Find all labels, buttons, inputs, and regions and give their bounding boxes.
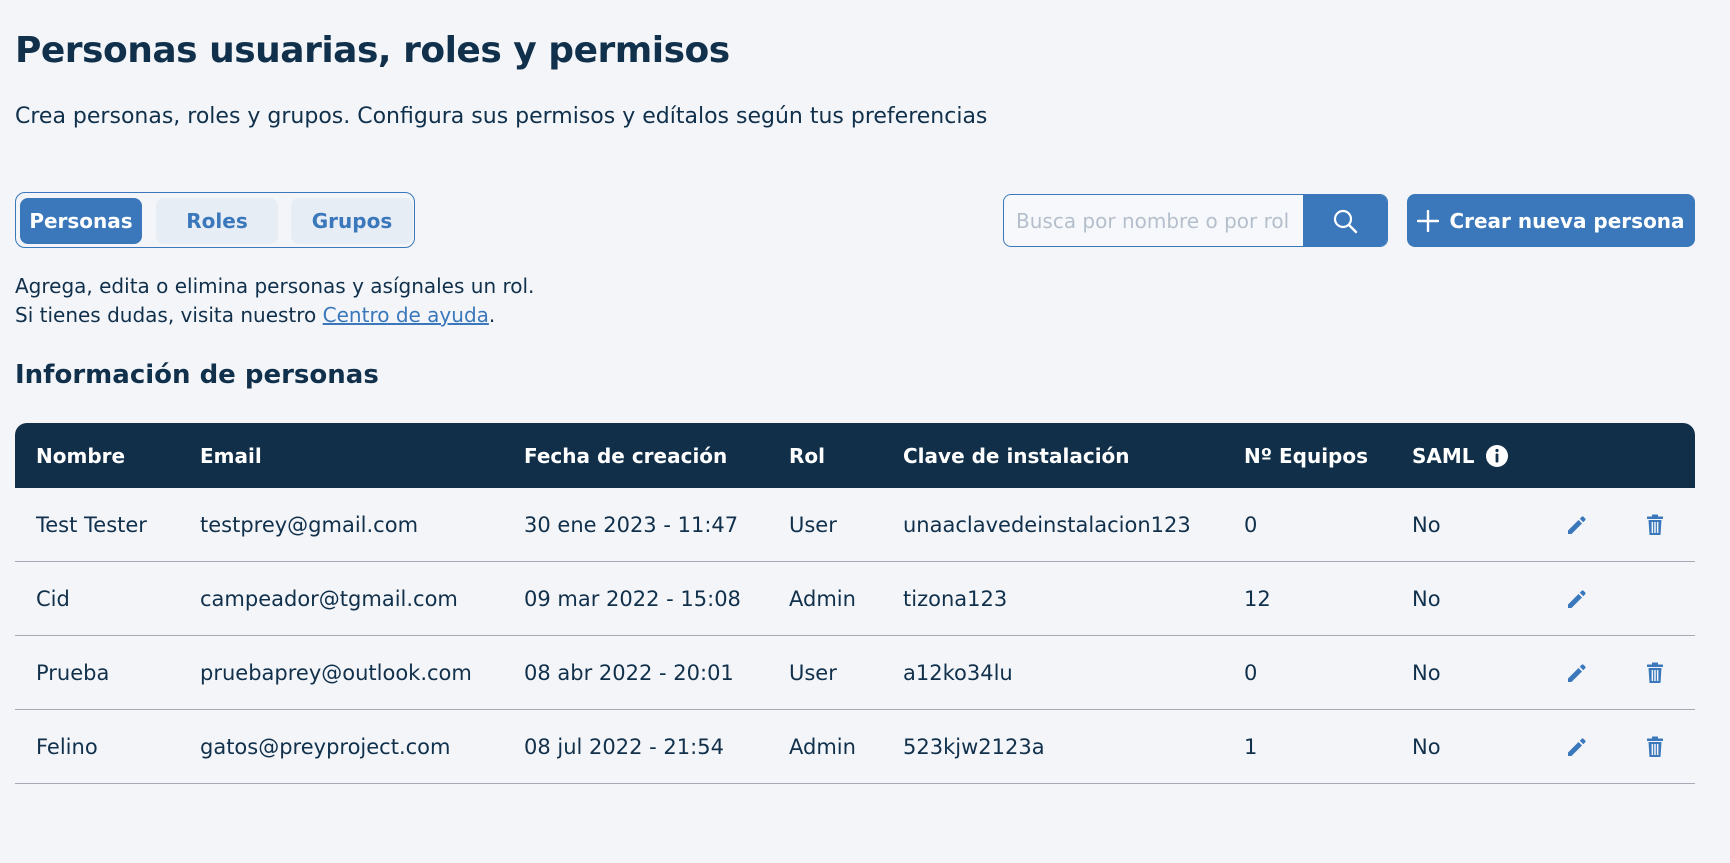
- cell-saml: No: [1412, 586, 1441, 611]
- cell-date: 30 ene 2023 - 11:47: [524, 512, 739, 537]
- edit-button[interactable]: [1566, 710, 1588, 783]
- col-header-name: Nombre: [36, 443, 126, 468]
- cell-email: pruebaprey@outlook.com: [200, 660, 472, 685]
- search-box: [1003, 194, 1388, 247]
- cell-email: gatos@preyproject.com: [200, 734, 451, 759]
- pencil-icon: [1568, 515, 1586, 534]
- cell-role: User: [789, 512, 837, 537]
- edit-button[interactable]: [1566, 488, 1588, 561]
- search-button[interactable]: [1303, 195, 1387, 246]
- section-title: Información de personas: [15, 360, 379, 390]
- users-table: Nombre Email Fecha de creación Rol Clave…: [15, 423, 1695, 784]
- cell-device-count: 1: [1244, 734, 1258, 759]
- col-header-email: Email: [200, 443, 262, 468]
- cell-device-count: 0: [1244, 512, 1258, 537]
- create-person-button[interactable]: Crear nueva persona: [1407, 194, 1695, 247]
- cell-date: 08 jul 2022 - 21:54: [524, 734, 724, 759]
- edit-button[interactable]: [1566, 636, 1588, 709]
- pencil-icon: [1568, 737, 1586, 756]
- cell-name: Cid: [36, 586, 70, 611]
- cell-email: campeador@tgmail.com: [200, 586, 458, 611]
- help-center-link[interactable]: Centro de ayuda: [323, 303, 489, 327]
- cell-name: Test Tester: [36, 512, 147, 537]
- cell-name: Prueba: [36, 660, 110, 685]
- cell-role: Admin: [789, 586, 856, 611]
- pencil-icon: [1568, 589, 1586, 608]
- cell-device-count: 12: [1244, 586, 1271, 611]
- col-header-install-key: Clave de instalación: [903, 443, 1130, 468]
- cell-install-key: unaaclavedeinstalacion123: [903, 512, 1191, 537]
- create-person-label: Crear nueva persona: [1449, 208, 1685, 233]
- delete-button[interactable]: [1645, 636, 1665, 709]
- cell-role: User: [789, 660, 837, 685]
- table-row: Cid campeador@tgmail.com 09 mar 2022 - 1…: [15, 562, 1695, 636]
- delete-button[interactable]: [1645, 488, 1665, 561]
- trash-icon: [1647, 662, 1663, 683]
- trash-icon: [1647, 736, 1663, 757]
- tab-roles[interactable]: Roles: [156, 198, 278, 244]
- tab-personas[interactable]: Personas: [20, 198, 142, 244]
- cell-saml: No: [1412, 660, 1441, 685]
- col-header-date: Fecha de creación: [524, 443, 728, 468]
- delete-button[interactable]: [1645, 710, 1665, 783]
- description-suffix: .: [488, 303, 496, 327]
- tab-grupos[interactable]: Grupos: [291, 198, 413, 244]
- info-icon[interactable]: [1485, 444, 1509, 468]
- cell-date: 09 mar 2022 - 15:08: [524, 586, 741, 611]
- cell-saml: No: [1412, 734, 1441, 759]
- table-row: Felino gatos@preyproject.com 08 jul 2022…: [15, 710, 1695, 784]
- search-input[interactable]: [1004, 195, 1304, 246]
- tab-bar: Personas Roles Grupos: [15, 192, 415, 248]
- cell-saml: No: [1412, 512, 1441, 537]
- col-header-role: Rol: [789, 443, 825, 468]
- pencil-icon: [1568, 663, 1586, 682]
- col-header-device-count: Nº Equipos: [1244, 443, 1369, 468]
- table-row: Prueba pruebaprey@outlook.com 08 abr 202…: [15, 636, 1695, 710]
- cell-install-key: tizona123: [903, 586, 1008, 611]
- page-title: Personas usuarias, roles y permisos: [15, 30, 730, 71]
- cell-email: testprey@gmail.com: [200, 512, 419, 537]
- edit-button[interactable]: [1566, 562, 1588, 635]
- cell-install-key: a12ko34lu: [903, 660, 1013, 685]
- description: Agrega, edita o elimina personas y asígn…: [15, 272, 534, 330]
- description-prefix: Si tienes dudas, visita nuestro: [15, 303, 323, 327]
- table-header: Nombre Email Fecha de creación Rol Clave…: [15, 423, 1695, 488]
- cell-role: Admin: [789, 734, 856, 759]
- search-icon: [1333, 209, 1358, 233]
- description-line1: Agrega, edita o elimina personas y asígn…: [15, 274, 535, 298]
- trash-icon: [1647, 514, 1663, 535]
- col-header-saml: SAML: [1412, 423, 1509, 488]
- table-row: Test Tester testprey@gmail.com 30 ene 20…: [15, 488, 1695, 562]
- cell-install-key: 523kjw2123a: [903, 734, 1045, 759]
- page-subtitle: Crea personas, roles y grupos. Configura…: [15, 104, 988, 129]
- col-header-saml-label: SAML: [1412, 443, 1475, 468]
- cell-device-count: 0: [1244, 660, 1258, 685]
- description-line2: Si tienes dudas, visita nuestro Centro d…: [15, 301, 534, 330]
- cell-name: Felino: [36, 734, 98, 759]
- plus-icon: [1417, 209, 1440, 232]
- cell-date: 08 abr 2022 - 20:01: [524, 660, 734, 685]
